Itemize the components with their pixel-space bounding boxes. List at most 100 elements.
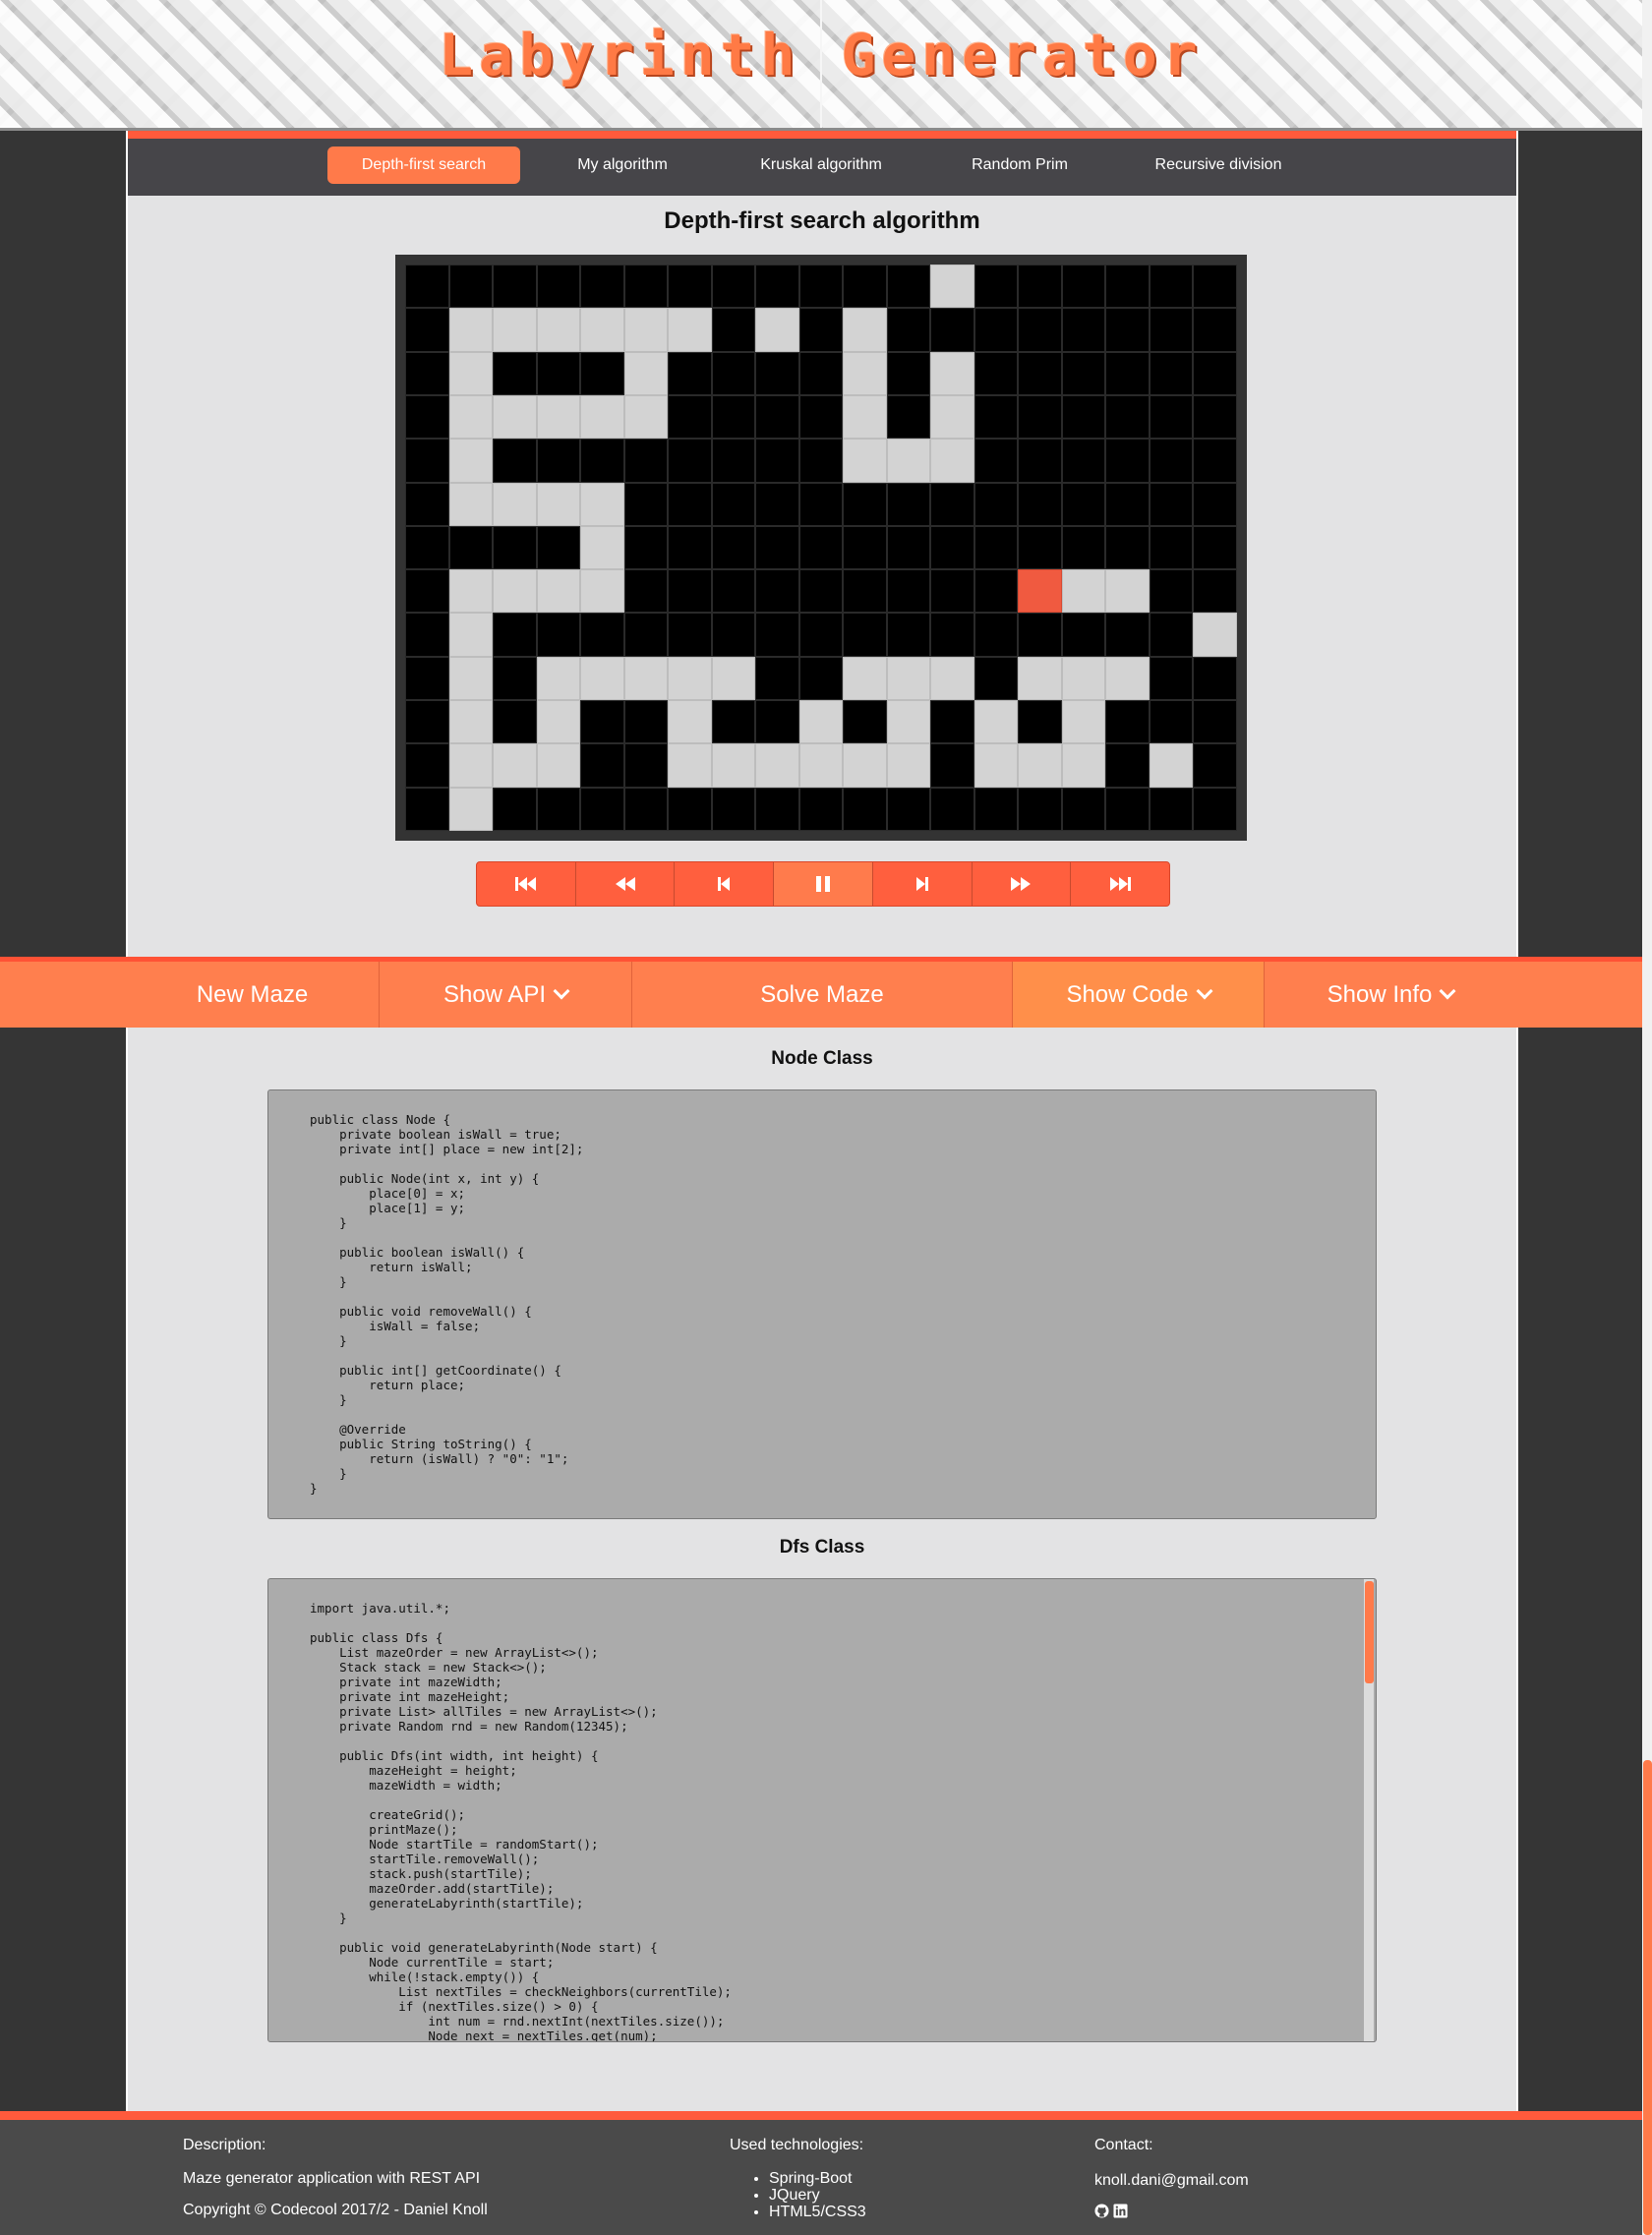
maze-path-cell: [448, 700, 494, 744]
page-scrollbar[interactable]: [1642, 0, 1652, 2235]
dfs-code-block[interactable]: import java.util.*; public class Dfs { L…: [267, 1578, 1377, 2042]
skip-to-start-button[interactable]: [477, 862, 576, 906]
maze-wall-cell: [1061, 482, 1106, 526]
page-scrollbar-thumb[interactable]: [1643, 1760, 1652, 2235]
show-api-button[interactable]: Show API: [380, 962, 632, 1028]
social-icons: [1094, 2204, 1249, 2218]
maze-wall-cell: [1149, 439, 1194, 483]
maze-path-cell: [580, 394, 624, 440]
code-scrollbar-thumb[interactable]: [1365, 1581, 1374, 1683]
tab-recursive-division[interactable]: Recursive division: [1122, 147, 1315, 184]
tab-depth-first-search[interactable]: Depth-first search: [327, 147, 520, 184]
maze-wall-cell: [974, 308, 1019, 352]
maze-wall-cell: [755, 525, 799, 570]
maze-path-cell: [798, 743, 844, 788]
maze-wall-cell: [1149, 613, 1194, 657]
tab-my-algorithm[interactable]: My algorithm: [526, 147, 719, 184]
dfs-class-title: Dfs Class: [779, 1537, 865, 1558]
maze-path-cell: [886, 743, 931, 788]
maze-wall-cell: [843, 700, 887, 744]
maze-path-cell: [580, 308, 624, 352]
maze-wall-cell: [668, 525, 712, 570]
maze-wall-cell: [405, 656, 449, 701]
rewind-button[interactable]: [576, 862, 676, 906]
maze-path-cell: [1105, 569, 1150, 614]
maze-wall-cell: [536, 439, 581, 483]
maze-wall-cell: [580, 613, 624, 657]
maze-wall-cell: [1061, 613, 1106, 657]
maze-path-cell: [1018, 743, 1062, 788]
maze-wall-cell: [623, 700, 669, 744]
maze-path-cell: [448, 308, 494, 352]
maze-wall-cell: [974, 351, 1019, 395]
maze-wall-cell: [623, 439, 669, 483]
skip-to-start-icon: [514, 877, 536, 891]
maze-path-cell: [886, 439, 931, 483]
maze-wall-cell: [930, 743, 974, 788]
maze-wall-cell: [536, 265, 581, 309]
footer-contact: Contact: knoll.dani@gmail.com: [1094, 2137, 1249, 2218]
maze-wall-cell: [755, 656, 799, 701]
maze-wall-cell: [843, 787, 887, 831]
new-maze-button[interactable]: New Maze: [126, 962, 380, 1028]
maze-path-cell: [711, 743, 756, 788]
maze-wall-cell: [1061, 394, 1106, 440]
tech-item: HTML5/CSS3: [769, 2204, 866, 2220]
node-code-text: public class Node { private boolean isWa…: [310, 1112, 584, 1496]
maze-path-cell: [843, 743, 887, 788]
node-code-block[interactable]: public class Node { private boolean isWa…: [267, 1089, 1377, 1519]
linkedin-icon[interactable]: [1113, 2204, 1128, 2218]
copyright-text: Copyright © Codecool 2017/2 - Daniel Kno…: [183, 2202, 488, 2218]
step-back-button[interactable]: [675, 862, 775, 906]
maze-wall-cell: [1018, 351, 1062, 395]
show-info-button[interactable]: Show Info: [1265, 962, 1516, 1028]
maze-wall-cell: [668, 265, 712, 309]
maze-wall-cell: [798, 613, 844, 657]
maze-wall-cell: [974, 482, 1019, 526]
maze-wall-cell: [405, 482, 449, 526]
maze-path-cell: [536, 700, 581, 744]
maze-wall-cell: [974, 569, 1019, 614]
maze-path-cell: [668, 308, 712, 352]
chevron-down-icon: [553, 982, 570, 1000]
maze-wall-cell: [405, 525, 449, 570]
maze-wall-cell: [1193, 569, 1237, 614]
maze-wall-cell: [1018, 613, 1062, 657]
maze-path-cell: [1149, 743, 1194, 788]
contact-email[interactable]: knoll.dani@gmail.com: [1094, 2172, 1249, 2190]
maze-wall-cell: [930, 525, 974, 570]
maze-wall-cell: [1061, 787, 1106, 831]
step-forward-button[interactable]: [873, 862, 973, 906]
maze-path-cell: [755, 308, 799, 352]
maze-path-cell: [493, 482, 537, 526]
maze-wall-cell: [930, 569, 974, 614]
maze-wall-cell: [798, 569, 844, 614]
new-maze-label: New Maze: [196, 981, 309, 1008]
maze-path-cell: [448, 787, 494, 831]
maze-wall-cell: [493, 525, 537, 570]
tab-random-prim[interactable]: Random Prim: [923, 147, 1116, 184]
skip-to-end-button[interactable]: [1071, 862, 1169, 906]
maze-wall-cell: [886, 308, 931, 352]
maze-wall-cell: [623, 569, 669, 614]
code-scrollbar[interactable]: [1364, 1579, 1374, 2041]
github-icon[interactable]: [1094, 2204, 1109, 2218]
tab-kruskal-algorithm[interactable]: Kruskal algorithm: [725, 147, 917, 184]
maze-wall-cell: [974, 439, 1019, 483]
maze-wall-cell: [1193, 656, 1237, 701]
maze-path-cell: [448, 656, 494, 701]
pause-button[interactable]: [774, 862, 873, 906]
maze-wall-cell: [1149, 482, 1194, 526]
maze-wall-cell: [536, 787, 581, 831]
maze-path-cell: [930, 439, 974, 483]
footer-description: Description: Maze generator application …: [183, 2137, 488, 2219]
maze-wall-cell: [668, 351, 712, 395]
maze-path-cell: [843, 308, 887, 352]
maze-wall-cell: [448, 525, 494, 570]
maze-wall-cell: [1105, 743, 1150, 788]
show-code-button[interactable]: Show Code: [1013, 962, 1265, 1028]
solve-maze-button[interactable]: Solve Maze: [632, 962, 1013, 1028]
fast-forward-button[interactable]: [973, 862, 1072, 906]
maze-wall-cell: [580, 787, 624, 831]
maze-wall-cell: [405, 743, 449, 788]
